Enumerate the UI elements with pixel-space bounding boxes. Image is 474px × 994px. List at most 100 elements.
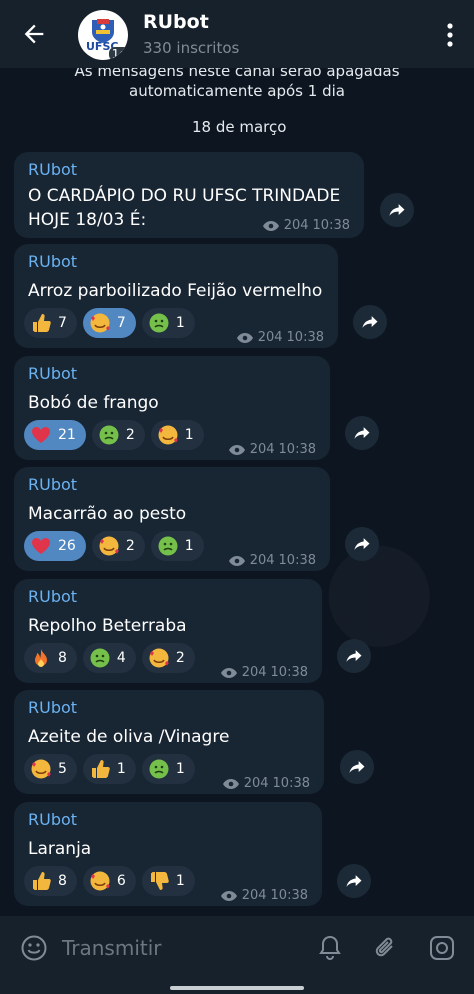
reaction-chip[interactable]: 7 <box>82 308 136 338</box>
broadcast-input[interactable]: Transmitir <box>62 936 162 960</box>
nauseated-face-icon <box>99 425 119 445</box>
message-time: 10:38 <box>270 665 308 680</box>
message-bubble[interactable]: RUbot Macarrão ao pesto 26 2 1 204 10:38 <box>14 467 330 571</box>
share-arrow-icon <box>362 316 378 328</box>
reaction-chip[interactable]: 2 <box>91 420 145 450</box>
reaction-chip[interactable]: 26 <box>24 531 86 561</box>
view-count: 204 <box>283 218 309 233</box>
share-arrow-icon <box>389 204 405 216</box>
message-text: Azeite de oliva /Vinagre <box>28 727 230 747</box>
message-author: RUbot <box>28 810 78 829</box>
message-bubble[interactable]: RUbot Bobó de frango 21 2 1 204 10:38 <box>14 356 330 460</box>
nauseated-face-icon <box>90 648 110 668</box>
reaction-chip[interactable]: 1 <box>82 754 136 784</box>
reaction-count: 1 <box>184 427 194 443</box>
share-button[interactable] <box>380 193 414 227</box>
message-meta: 204 10:38 <box>228 442 316 457</box>
channel-avatar[interactable]: UFSC 1d <box>78 10 128 60</box>
message-bubble[interactable]: RUbot Azeite de oliva /Vinagre 5 1 1 204… <box>14 690 324 794</box>
reaction-chip[interactable]: 5 <box>24 754 77 784</box>
reactions-row: 7 7 1 <box>24 308 195 338</box>
message-author: RUbot <box>28 587 78 606</box>
reaction-chip[interactable]: 1 <box>141 308 195 338</box>
reaction-count: 7 <box>116 315 126 331</box>
thumbs-up-icon <box>33 872 51 890</box>
reaction-chip[interactable]: 4 <box>82 643 136 673</box>
message-meta: 204 10:38 <box>220 888 308 903</box>
share-button[interactable] <box>353 305 387 339</box>
smiling-face-with-hearts-icon <box>158 425 178 445</box>
message-meta: 204 10:38 <box>262 218 350 233</box>
smiling-face-with-hearts-icon <box>149 648 169 668</box>
reaction-chip[interactable]: 8 <box>24 643 77 673</box>
attach-paperclip-icon[interactable] <box>372 934 400 962</box>
message-bubble[interactable]: RUbot Repolho Beterraba 8 4 2 204 10:38 <box>14 579 322 683</box>
message-time: 10:38 <box>286 330 324 345</box>
notification-bell-icon[interactable] <box>316 934 344 962</box>
smiling-face-with-hearts-icon <box>31 759 51 779</box>
message-bubble[interactable]: RUbot Arroz parboilizado Feijão vermelho… <box>14 244 338 348</box>
share-button[interactable] <box>340 750 374 784</box>
smiling-face-with-hearts-icon <box>99 536 119 556</box>
message-meta: 204 10:38 <box>220 665 308 680</box>
channel-title[interactable]: RUbot <box>143 11 209 33</box>
camera-icon[interactable] <box>428 934 456 962</box>
reaction-chip[interactable]: 8 <box>24 866 77 896</box>
reaction-count: 26 <box>58 538 76 554</box>
message-text-line2: HOJE 18/03 É: <box>28 210 147 230</box>
reaction-count: 6 <box>116 873 126 889</box>
message-bubble[interactable]: RUbot O CARDÁPIO DO RU UFSC TRINDADE HOJ… <box>14 152 364 238</box>
reaction-chip[interactable]: 1 <box>141 866 195 896</box>
reaction-count: 21 <box>58 427 76 443</box>
message-text: Repolho Beterraba <box>28 616 187 636</box>
reaction-count: 1 <box>175 315 185 331</box>
reaction-chip[interactable]: 21 <box>24 420 86 450</box>
auto-delete-timer-badge: 1d <box>108 47 128 60</box>
reactions-row: 8 4 2 <box>24 643 195 673</box>
back-arrow-icon[interactable] <box>20 20 48 48</box>
fire-icon <box>35 649 47 667</box>
views-eye-icon <box>220 667 237 678</box>
thumbs-down-icon <box>150 872 169 890</box>
message-time: 10:38 <box>278 553 316 568</box>
reaction-chip[interactable]: 1 <box>150 420 204 450</box>
views-eye-icon <box>222 778 239 789</box>
reaction-chip[interactable]: 1 <box>141 754 195 784</box>
message-time: 10:38 <box>312 218 350 233</box>
composer-bar: Transmitir <box>0 916 474 994</box>
message-text: O CARDÁPIO DO RU UFSC TRINDADE <box>28 186 341 206</box>
message-text: Arroz parboilizado Feijão vermelho <box>28 281 323 301</box>
message-author: RUbot <box>28 475 78 494</box>
views-eye-icon <box>220 890 237 901</box>
share-button[interactable] <box>337 639 371 673</box>
reaction-chip[interactable]: 2 <box>91 531 145 561</box>
reaction-chip[interactable]: 2 <box>141 643 195 673</box>
share-button[interactable] <box>337 864 371 898</box>
thumbs-up-icon <box>91 760 110 778</box>
smiling-face-with-hearts-icon <box>90 313 110 333</box>
reaction-count: 4 <box>116 650 126 666</box>
nauseated-face-icon <box>149 313 169 333</box>
reactions-row: 8 6 1 <box>24 866 195 896</box>
view-count: 204 <box>257 330 283 345</box>
red-heart-icon <box>32 427 50 443</box>
message-text: Laranja <box>28 839 92 859</box>
reaction-chip[interactable]: 1 <box>150 531 204 561</box>
message-meta: 204 10:38 <box>222 776 310 791</box>
views-eye-icon <box>228 555 245 566</box>
reaction-chip[interactable]: 7 <box>24 308 77 338</box>
message-time: 10:38 <box>272 776 310 791</box>
message-bubble[interactable]: RUbot Laranja 8 6 1 204 10:38 <box>14 802 322 906</box>
smiling-face-with-hearts-icon <box>90 871 110 891</box>
reaction-count: 1 <box>116 761 126 777</box>
share-button[interactable] <box>345 416 379 450</box>
share-button[interactable] <box>345 527 379 561</box>
share-arrow-icon <box>346 650 362 662</box>
message-author: RUbot <box>28 698 78 717</box>
reaction-chip[interactable]: 6 <box>82 866 136 896</box>
message-meta: 204 10:38 <box>236 330 324 345</box>
emoji-icon[interactable] <box>20 934 48 962</box>
share-arrow-icon <box>349 761 365 773</box>
reactions-row: 5 1 1 <box>24 754 195 784</box>
more-menu-icon[interactable] <box>446 22 454 48</box>
